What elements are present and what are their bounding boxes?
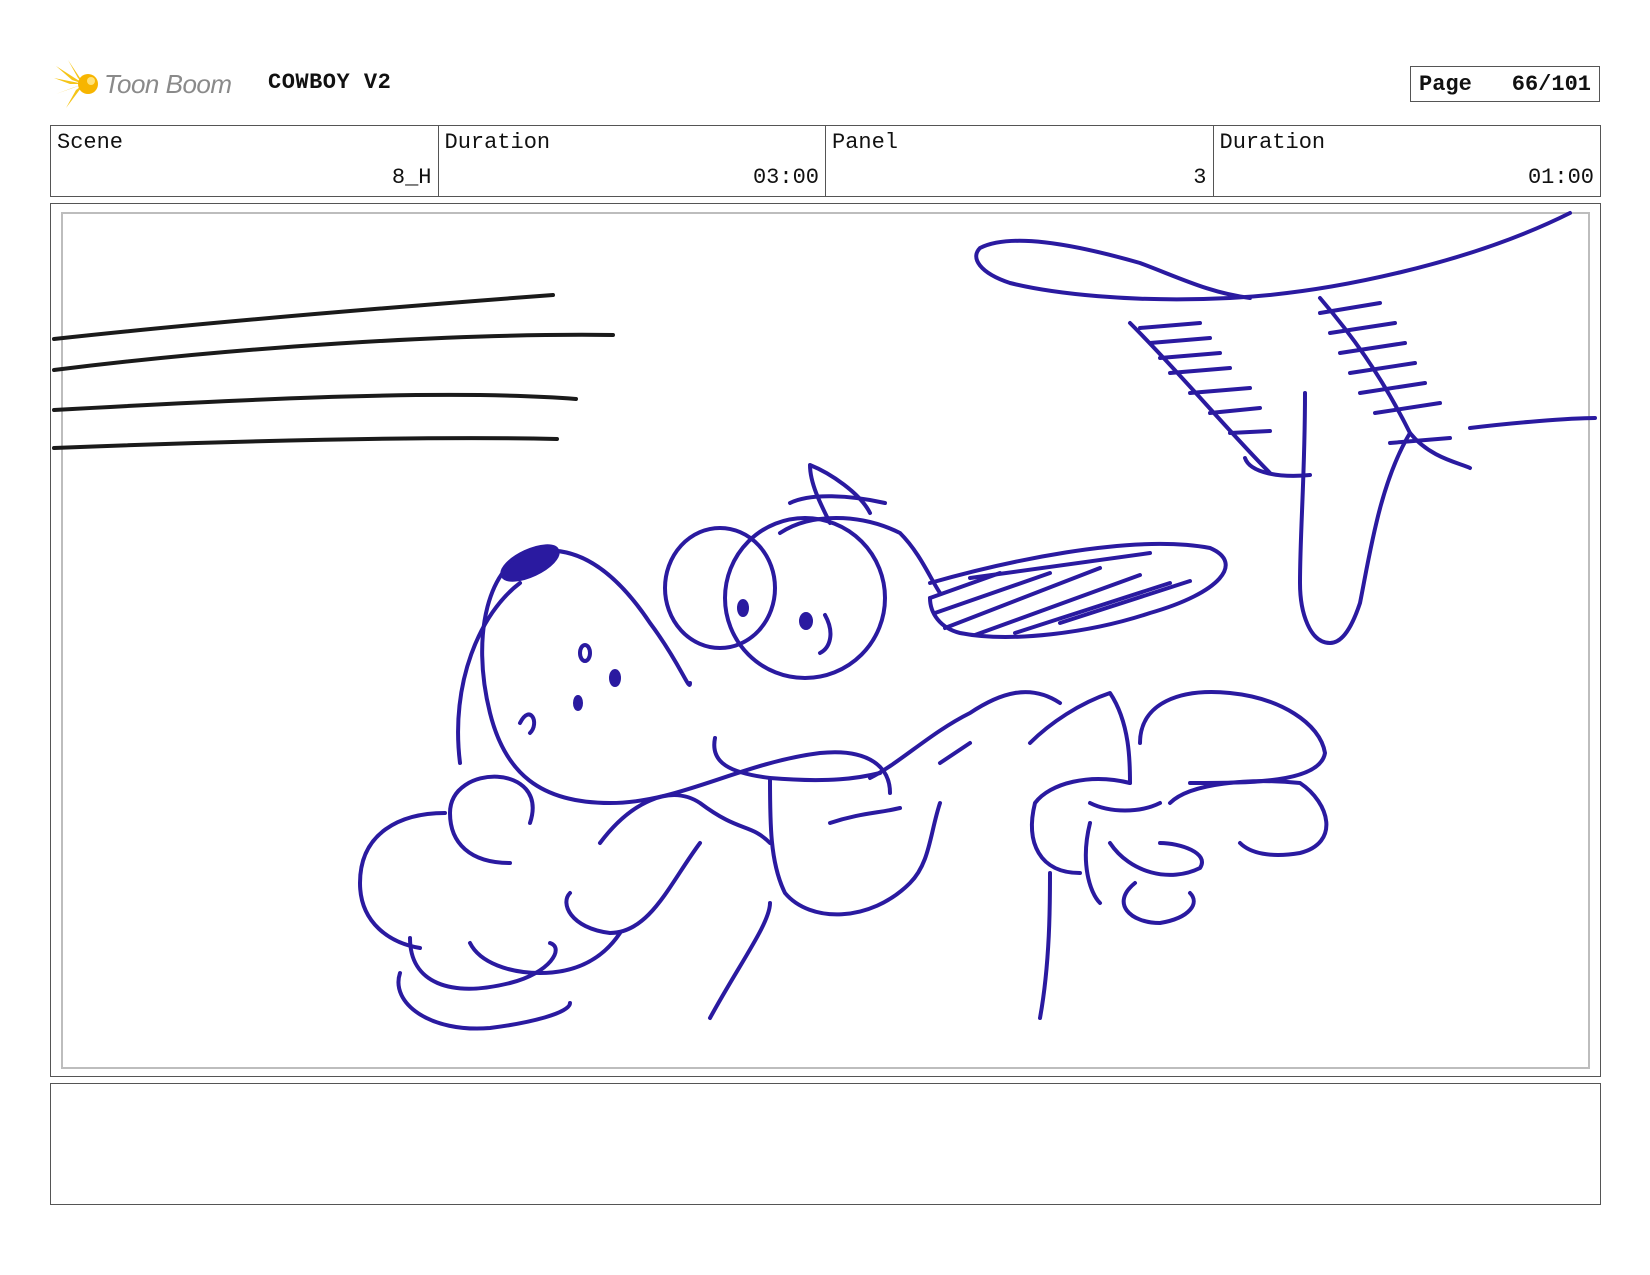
panel-notes-box[interactable] xyxy=(50,1083,1601,1205)
scene-duration-value: 03:00 xyxy=(752,165,819,190)
scene-value: 8_H xyxy=(391,165,432,190)
character-sketch xyxy=(358,463,1329,1031)
scene-label: Scene xyxy=(57,130,124,155)
project-title: COWBOY V2 xyxy=(268,70,392,95)
page-label: Page xyxy=(1419,71,1472,97)
panel-info-row: Scene 8_H Duration 03:00 Panel 3 Duratio… xyxy=(50,125,1601,197)
scene-duration-cell: Duration 03:00 xyxy=(439,126,826,196)
panel-value: 3 xyxy=(1193,165,1207,190)
panel-duration-label: Duration xyxy=(1219,130,1326,155)
speed-lines xyxy=(52,293,615,450)
page-indicator: Page 66/101 xyxy=(1410,66,1600,102)
scene-cell: Scene 8_H xyxy=(51,126,439,196)
logo-text: Toon Boom xyxy=(104,68,232,99)
toon-boom-logo: Toon Boom xyxy=(54,58,254,110)
page-number: 66/101 xyxy=(1511,71,1591,97)
scene-duration-label: Duration xyxy=(444,130,551,155)
panel-label: Panel xyxy=(832,130,899,155)
star-burst-icon xyxy=(54,60,98,108)
storyboard-sketch xyxy=(52,211,1597,1031)
panel-duration-cell: Duration 01:00 xyxy=(1214,126,1601,196)
panel-cell: Panel 3 xyxy=(826,126,1214,196)
panel-duration-value: 01:00 xyxy=(1527,165,1594,190)
